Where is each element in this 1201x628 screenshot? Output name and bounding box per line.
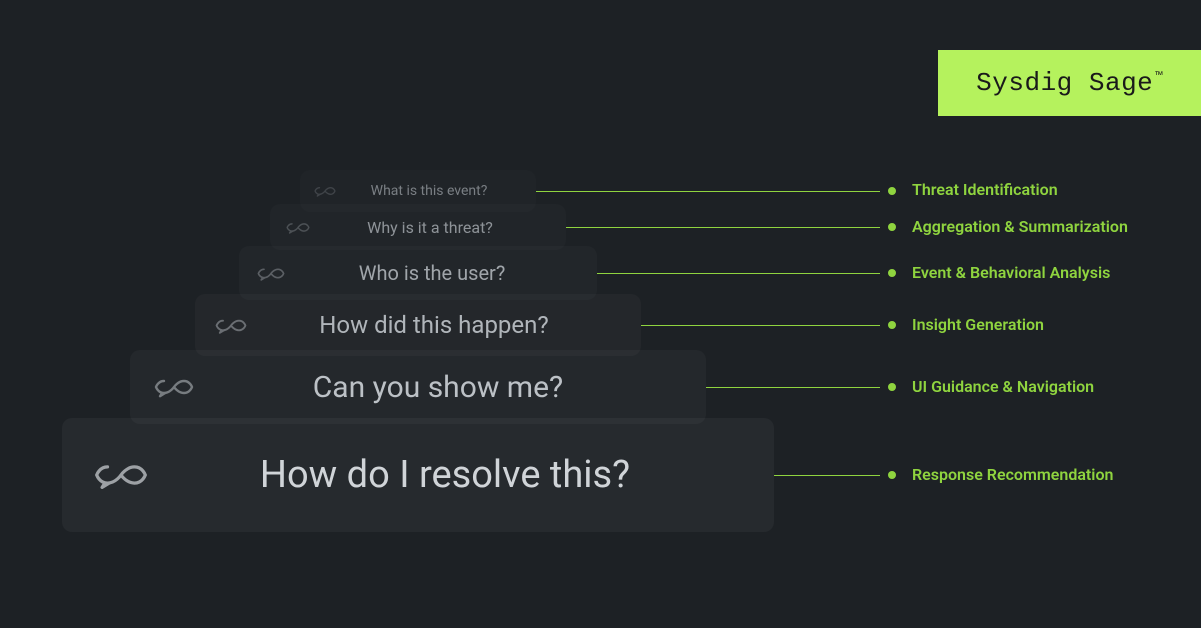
capability-pyramid: What is this event? Threat Identificatio… bbox=[0, 170, 1201, 590]
connector-line bbox=[641, 325, 880, 326]
tier-row-6: How do I resolve this? Response Recommen… bbox=[0, 418, 1201, 532]
question-text: Who is the user? bbox=[285, 261, 579, 285]
question-text: What is this event? bbox=[336, 183, 522, 199]
feature-label-4: Insight Generation bbox=[912, 315, 1044, 334]
connector-line bbox=[706, 387, 880, 388]
connector-dot bbox=[888, 321, 896, 329]
connector-line bbox=[597, 273, 880, 274]
question-text: Can you show me? bbox=[194, 370, 682, 405]
connector-dot bbox=[888, 223, 896, 231]
question-text: How did this happen? bbox=[247, 311, 621, 339]
connector-dot bbox=[888, 471, 896, 479]
connector-dot bbox=[888, 187, 896, 195]
connector-dot bbox=[888, 269, 896, 277]
infinity-chat-icon bbox=[314, 184, 336, 198]
question-text: How do I resolve this? bbox=[148, 453, 742, 497]
question-card-6: How do I resolve this? bbox=[62, 418, 774, 532]
infinity-chat-icon bbox=[215, 316, 247, 335]
infinity-chat-icon bbox=[154, 375, 194, 399]
tier-row-3: Who is the user? Event & Behavioral Anal… bbox=[0, 246, 1201, 300]
question-card-4: How did this happen? bbox=[195, 294, 641, 356]
question-card-5: Can you show me? bbox=[130, 350, 706, 424]
brand-name: Sysdig Sage bbox=[976, 68, 1153, 98]
connector-dot bbox=[888, 383, 896, 391]
question-text: Why is it a threat? bbox=[310, 218, 550, 237]
infinity-chat-icon bbox=[94, 459, 148, 491]
connector-line bbox=[566, 227, 880, 228]
question-card-2: Why is it a threat? bbox=[270, 204, 566, 250]
trademark-symbol: ™ bbox=[1155, 70, 1163, 84]
tier-row-4: How did this happen? Insight Generation bbox=[0, 294, 1201, 356]
feature-label-1: Threat Identification bbox=[912, 180, 1058, 199]
feature-label-2: Aggregation & Summarization bbox=[912, 217, 1128, 236]
brand-badge: Sysdig Sage™ bbox=[938, 50, 1201, 116]
feature-label-3: Event & Behavioral Analysis bbox=[912, 263, 1110, 282]
tier-row-5: Can you show me? UI Guidance & Navigatio… bbox=[0, 350, 1201, 424]
infinity-chat-icon bbox=[257, 265, 285, 282]
feature-label-6: Response Recommendation bbox=[912, 465, 1113, 484]
tier-row-2: Why is it a threat? Aggregation & Summar… bbox=[0, 204, 1201, 250]
question-card-3: Who is the user? bbox=[239, 246, 597, 300]
connector-line bbox=[536, 191, 880, 192]
infinity-chat-icon bbox=[286, 220, 310, 235]
connector-line bbox=[774, 475, 880, 476]
feature-label-5: UI Guidance & Navigation bbox=[912, 377, 1094, 396]
